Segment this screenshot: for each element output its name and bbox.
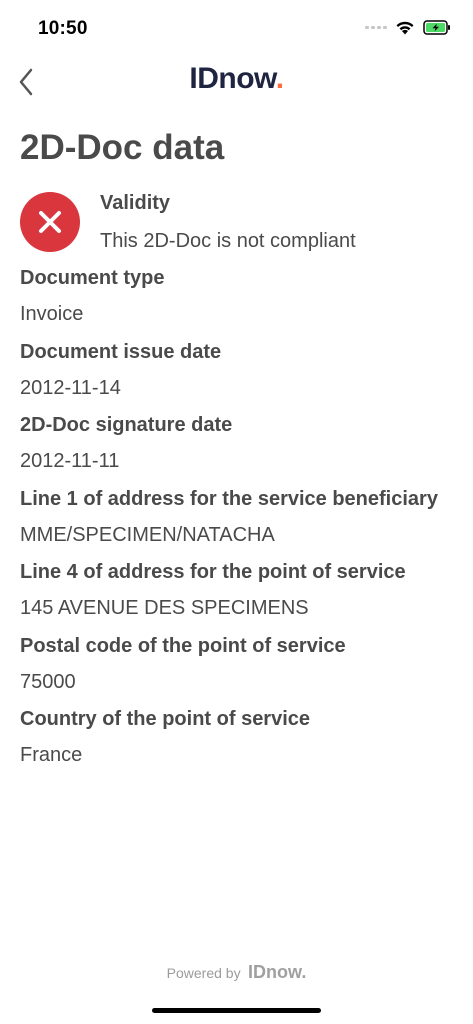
field-value: 2012-11-11 [20,450,120,472]
powered-by-text: Powered by [166,965,241,981]
field-value: MME/SPECIMEN/NATACHA [20,523,275,546]
status-time: 10:50 [38,18,88,39]
field-label: Country of the point of service [20,708,311,730]
cellular-signal-icon [365,26,387,29]
page-title: 2D-Doc data [20,128,225,167]
close-circle-icon [20,192,80,252]
home-indicator[interactable] [152,1008,321,1013]
field-label: Line 4 of address for the point of servi… [20,561,406,583]
status-bar: 10:50 [0,0,473,60]
powered-by-footer: Powered by IDnow. [0,962,473,983]
field-signature-date: 2D-Doc signature date 2012-11-11 [20,412,460,486]
validity-status-text: This 2D-Doc is not compliant [100,230,356,252]
document-fields: Document type Invoice Document issue dat… [20,265,460,780]
brand-dot: . [275,62,284,95]
field-value: 75000 [20,670,76,693]
field-value: Invoice [20,303,84,325]
status-icons [365,20,451,35]
brand-name: IDnow [189,62,276,95]
brand-logo: IDnow. [0,62,473,96]
nav-bar: IDnow. [0,60,473,104]
field-label: Document issue date [20,340,222,363]
validity-section: Validity This 2D-Doc is not compliant [20,192,460,256]
field-beneficiary-address-line-1: Line 1 of address for the service benefi… [20,486,460,560]
field-value: 145 AVENUE DES SPECIMENS [20,597,309,619]
wifi-icon [395,20,415,35]
field-label: Document type [20,267,165,289]
field-document-issue-date: Document issue date 2012-11-14 [20,339,460,413]
field-postal-code: Postal code of the point of service 7500… [20,633,460,707]
field-label: 2D-Doc signature date [20,414,233,436]
field-document-type: Document type Invoice [20,265,460,339]
field-service-address-line-4: Line 4 of address for the point of servi… [20,559,460,633]
field-label: Postal code of the point of service [20,634,346,657]
validity-heading: Validity [100,192,171,214]
footer-logo: IDnow. [248,962,307,982]
field-value: 2012-11-14 [20,376,121,399]
field-value: France [20,744,83,766]
battery-charging-icon [423,20,451,35]
field-country: Country of the point of service France [20,706,460,780]
field-label: Line 1 of address for the service benefi… [20,487,438,510]
